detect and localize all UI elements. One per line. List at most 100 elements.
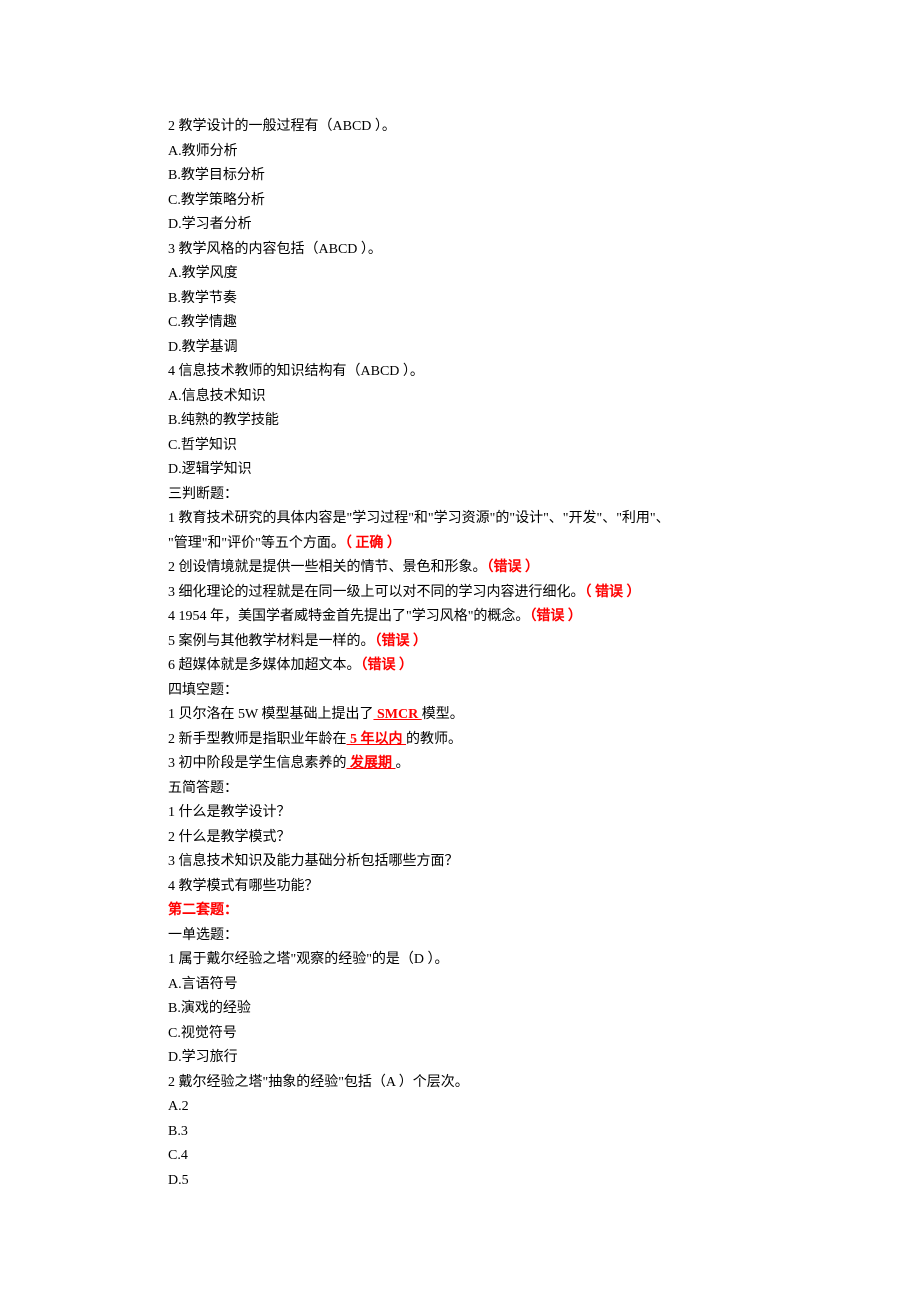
text-line: D.学习者分析 — [168, 213, 760, 238]
text-line: A.教学风度 — [168, 262, 760, 287]
text-line: "管理"和"评价"等五个方面。（ 正确 ） — [168, 532, 760, 557]
text-line: 1 教育技术研究的具体内容是"学习过程"和"学习资源"的"设计"、"开发"、"利… — [168, 507, 760, 532]
body-text: 2 新手型教师是指职业年龄在 — [168, 732, 347, 747]
body-text: B.教学节奏 — [168, 291, 237, 306]
highlighted-text: SMCR — [373, 707, 421, 722]
body-text: 4 1954 年，美国学者威特金首先提出了"学习风格"的概念。 — [168, 609, 529, 624]
highlighted-text: （错误 ） — [361, 658, 414, 673]
body-text: 1 教育技术研究的具体内容是"学习过程"和"学习资源"的"设计"、"开发"、"利… — [168, 511, 670, 526]
body-text: 2 创设情境就是提供一些相关的情节、景色和形象。 — [168, 560, 487, 575]
body-text: C.教学策略分析 — [168, 193, 265, 208]
text-line: 2 创设情境就是提供一些相关的情节、景色和形象。（错误 ） — [168, 556, 760, 581]
text-line: 1 贝尔洛在 5W 模型基础上提出了 SMCR 模型。 — [168, 703, 760, 728]
body-text: D.5 — [168, 1173, 189, 1188]
text-line: A.教师分析 — [168, 140, 760, 165]
text-line: 五简答题： — [168, 777, 760, 802]
text-line: B.演戏的经验 — [168, 997, 760, 1022]
body-text: 1 什么是教学设计？ — [168, 805, 291, 820]
body-text: 1 贝尔洛在 5W 模型基础上提出了 — [168, 707, 373, 722]
text-line: A.信息技术知识 — [168, 385, 760, 410]
highlighted-text: （错误 ） — [375, 634, 428, 649]
body-text: 五简答题： — [168, 781, 238, 796]
body-text: 一单选题： — [168, 928, 238, 943]
body-text: C.4 — [168, 1148, 188, 1163]
text-line: 3 教学风格的内容包括（ABCD ）。 — [168, 238, 760, 263]
text-line: D.教学基调 — [168, 336, 760, 361]
text-line: B.纯熟的教学技能 — [168, 409, 760, 434]
body-text: A.教师分析 — [168, 144, 238, 159]
text-line: 三判断题： — [168, 483, 760, 508]
body-text: 4 信息技术教师的知识结构有（ABCD ）。 — [168, 364, 424, 379]
text-line: D.逻辑学知识 — [168, 458, 760, 483]
body-text: A.信息技术知识 — [168, 389, 266, 404]
body-text: B.纯熟的教学技能 — [168, 413, 279, 428]
body-text: 3 细化理论的过程就是在同一级上可以对不同的学习内容进行细化。 — [168, 585, 585, 600]
text-line: 1 什么是教学设计？ — [168, 801, 760, 826]
text-line: C.教学策略分析 — [168, 189, 760, 214]
text-line: 3 信息技术知识及能力基础分析包括哪些方面？ — [168, 850, 760, 875]
body-text: 4 教学模式有哪些功能？ — [168, 879, 319, 894]
text-line: A.言语符号 — [168, 973, 760, 998]
body-text: A.2 — [168, 1099, 189, 1114]
highlighted-text: （错误 ） — [487, 560, 540, 575]
text-line: C.哲学知识 — [168, 434, 760, 459]
text-line: 4 1954 年，美国学者威特金首先提出了"学习风格"的概念。（错误 ） — [168, 605, 760, 630]
text-line: 5 案例与其他教学材料是一样的。（错误 ） — [168, 630, 760, 655]
highlighted-text: （ 错误 ） — [585, 585, 641, 600]
body-text: 2 教学设计的一般过程有（ABCD ）。 — [168, 119, 396, 134]
body-text: D.学习者分析 — [168, 217, 252, 232]
body-text: 6 超媒体就是多媒体加超文本。 — [168, 658, 361, 673]
text-line: B.教学目标分析 — [168, 164, 760, 189]
highlighted-text: 5 年以内 — [347, 732, 407, 747]
body-text: 。 — [396, 756, 410, 771]
text-line: C.教学情趣 — [168, 311, 760, 336]
text-line: 2 什么是教学模式？ — [168, 826, 760, 851]
body-text: B.3 — [168, 1124, 188, 1139]
text-line: D.5 — [168, 1169, 760, 1194]
text-line: 4 教学模式有哪些功能？ — [168, 875, 760, 900]
text-line: 6 超媒体就是多媒体加超文本。（错误 ） — [168, 654, 760, 679]
text-line: 2 教学设计的一般过程有（ABCD ）。 — [168, 115, 760, 140]
text-line: 一单选题： — [168, 924, 760, 949]
body-text: B.演戏的经验 — [168, 1001, 251, 1016]
body-text: 模型。 — [422, 707, 464, 722]
highlighted-text: （ 正确 ） — [345, 536, 401, 551]
body-text: 三判断题： — [168, 487, 238, 502]
body-text: D.逻辑学知识 — [168, 462, 252, 477]
body-text: D.教学基调 — [168, 340, 238, 355]
body-text: A.言语符号 — [168, 977, 238, 992]
body-text: B.教学目标分析 — [168, 168, 265, 183]
text-line: D.学习旅行 — [168, 1046, 760, 1071]
body-text: 3 教学风格的内容包括（ABCD ）。 — [168, 242, 382, 257]
text-line: 1 属于戴尔经验之塔"观察的经验"的是（D ）。 — [168, 948, 760, 973]
text-line: 3 初中阶段是学生信息素养的 发展期 。 — [168, 752, 760, 777]
body-text: C.视觉符号 — [168, 1026, 237, 1041]
text-line: B.教学节奏 — [168, 287, 760, 312]
highlighted-text: 发展期 — [347, 756, 396, 771]
body-text: 3 信息技术知识及能力基础分析包括哪些方面？ — [168, 854, 459, 869]
text-line: 第二套题： — [168, 899, 760, 924]
text-line: C.视觉符号 — [168, 1022, 760, 1047]
text-line: A.2 — [168, 1095, 760, 1120]
text-line: C.4 — [168, 1144, 760, 1169]
body-text: 2 戴尔经验之塔"抽象的经验"包括（A ）个层次。 — [168, 1075, 469, 1090]
body-text: A.教学风度 — [168, 266, 238, 281]
document-body: 2 教学设计的一般过程有（ABCD ）。 A.教师分析 B.教学目标分析 C.教学策略… — [0, 0, 920, 1253]
body-text: "管理"和"评价"等五个方面。 — [168, 536, 345, 551]
body-text: 3 初中阶段是学生信息素养的 — [168, 756, 347, 771]
body-text: D.学习旅行 — [168, 1050, 238, 1065]
body-text: 1 属于戴尔经验之塔"观察的经验"的是（D ）。 — [168, 952, 449, 967]
body-text: C.哲学知识 — [168, 438, 237, 453]
body-text: 2 什么是教学模式？ — [168, 830, 291, 845]
body-text: 四填空题： — [168, 683, 238, 698]
text-line: 4 信息技术教师的知识结构有（ABCD ）。 — [168, 360, 760, 385]
text-line: B.3 — [168, 1120, 760, 1145]
highlighted-text: 第二套题： — [168, 903, 238, 918]
text-line: 四填空题： — [168, 679, 760, 704]
body-text: 5 案例与其他教学材料是一样的。 — [168, 634, 375, 649]
text-line: 2 戴尔经验之塔"抽象的经验"包括（A ）个层次。 — [168, 1071, 760, 1096]
highlighted-text: （错误 ） — [529, 609, 582, 624]
text-line: 3 细化理论的过程就是在同一级上可以对不同的学习内容进行细化。（ 错误 ） — [168, 581, 760, 606]
text-line: 2 新手型教师是指职业年龄在 5 年以内 的教师。 — [168, 728, 760, 753]
body-text: 的教师。 — [406, 732, 462, 747]
